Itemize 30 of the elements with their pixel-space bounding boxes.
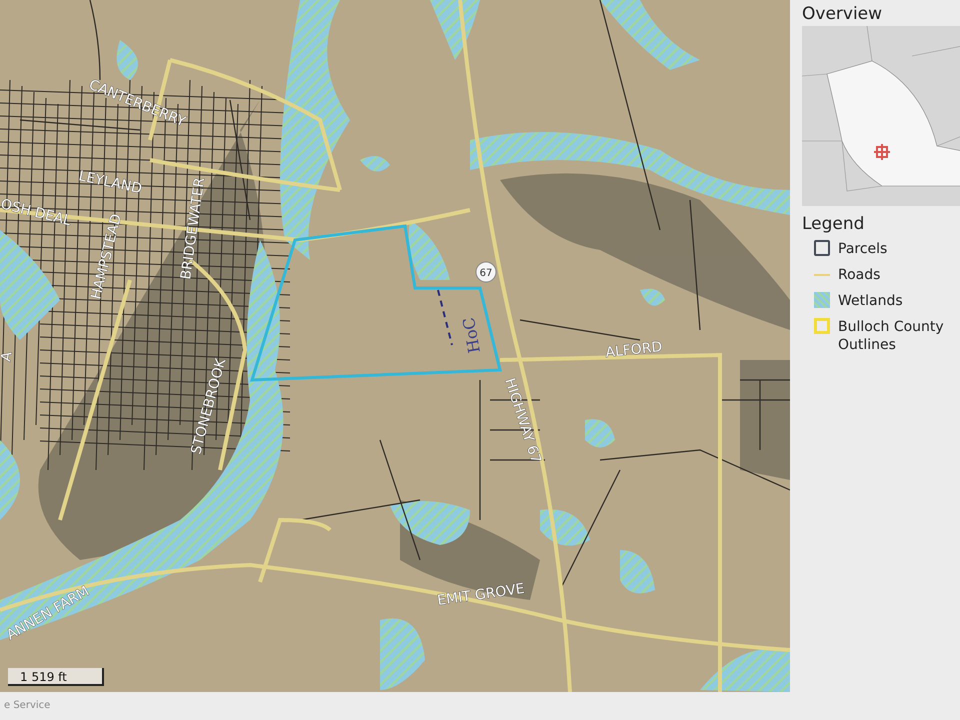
overview-title: Overview [802, 4, 884, 24]
dashed-line [437, 290, 453, 346]
legend-label: Wetlands [838, 292, 904, 310]
road-label: LEYLAND [77, 168, 144, 198]
parcel-swatch-icon [814, 240, 830, 256]
legend-label: Roads [838, 266, 882, 284]
road-label: EMIT GROVE [436, 580, 526, 609]
route-number: 67 [480, 268, 492, 279]
road-label: OSH DEAL [0, 196, 73, 230]
wetland-swatch-icon [814, 292, 830, 308]
legend-label: Parcels [838, 240, 888, 258]
route-shield [476, 262, 496, 282]
location-marker-icon [873, 143, 891, 161]
wetland-area [430, 0, 480, 60]
wetland-area [620, 550, 655, 594]
wetland-area [640, 288, 665, 306]
wetland-area [408, 220, 450, 280]
road-label: A [0, 350, 16, 363]
legend-label: Bulloch County Outlines [838, 318, 945, 354]
outline-swatch-icon [814, 318, 830, 334]
wetland-area [116, 40, 138, 80]
wetland-area [380, 618, 425, 690]
wetland-area [585, 419, 615, 448]
legend-title: Legend [802, 214, 866, 234]
footer-text: e Service [3, 699, 52, 713]
scale-bar: 1 519 ft [8, 668, 104, 686]
wetland-area [540, 509, 590, 546]
wetland-area [360, 156, 390, 172]
road-label: ALFORD [604, 339, 664, 361]
handwritten-note: HoC [459, 316, 484, 355]
